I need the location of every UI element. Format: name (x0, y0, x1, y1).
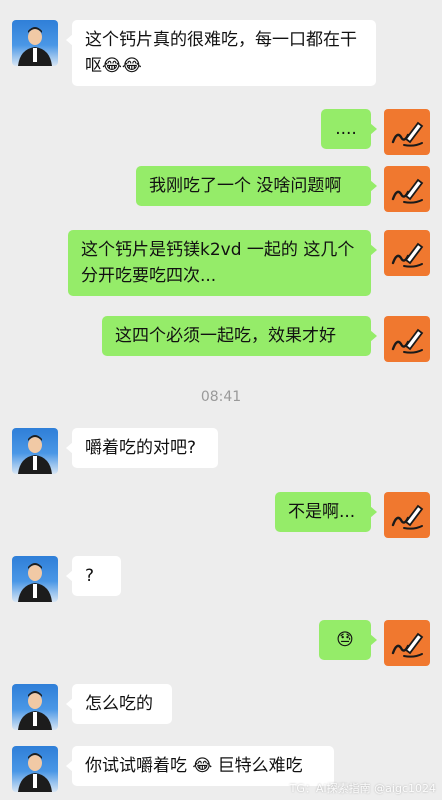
contact-avatar[interactable] (12, 428, 58, 474)
pen-scribble-icon (391, 504, 424, 530)
pen-scribble-icon (391, 121, 424, 147)
message-timestamp: 08:41 (200, 389, 242, 405)
message-bubble-incoming[interactable]: 这个钙片真的很难吃，每一口都在干呕😂😂 (66, 20, 376, 86)
contact-avatar[interactable] (12, 684, 58, 730)
pen-scribble-icon (391, 178, 424, 204)
message-bubble-outgoing[interactable]: 不是啊... (275, 492, 377, 532)
watermark-text: TG：AI探索指南 @aigc1024 (289, 782, 436, 795)
pen-scribble-icon (391, 242, 424, 268)
user-avatar[interactable] (384, 109, 430, 155)
person-avatar-icon (18, 753, 52, 792)
user-avatar[interactable] (384, 230, 430, 276)
user-avatar[interactable] (384, 492, 430, 538)
message-bubble-outgoing[interactable]: 这四个必须一起吃，效果才好 (102, 316, 377, 356)
message-bubble-incoming[interactable]: ? (66, 556, 121, 596)
user-avatar[interactable] (384, 620, 430, 666)
message-bubble-outgoing[interactable]: 😓 (319, 620, 377, 660)
message-bubble-outgoing[interactable]: .... (321, 109, 377, 149)
message-bubble-outgoing[interactable]: 我刚吃了一个 没啥问题啊 (136, 166, 377, 206)
contact-avatar[interactable] (12, 746, 58, 792)
chat-window: 这个钙片真的很难吃，每一口都在干呕😂😂 .... 我刚吃了一个 没啥问题啊 这个… (0, 0, 442, 800)
contact-avatar[interactable] (12, 556, 58, 602)
message-bubble-incoming[interactable]: 嚼着吃的对吧? (66, 428, 218, 468)
contact-avatar[interactable] (12, 20, 58, 66)
person-avatar-icon (18, 27, 52, 66)
user-avatar[interactable] (384, 166, 430, 212)
user-avatar[interactable] (384, 316, 430, 362)
person-avatar-icon (18, 563, 52, 602)
pen-scribble-icon (391, 328, 424, 354)
message-bubble-incoming[interactable]: 怎么吃的 (66, 684, 172, 724)
pen-scribble-icon (391, 632, 424, 658)
message-bubble-outgoing[interactable]: 这个钙片是钙镁k2vd 一起的 这几个分开吃要吃四次... (68, 230, 377, 296)
person-avatar-icon (18, 435, 52, 474)
person-avatar-icon (18, 691, 52, 730)
